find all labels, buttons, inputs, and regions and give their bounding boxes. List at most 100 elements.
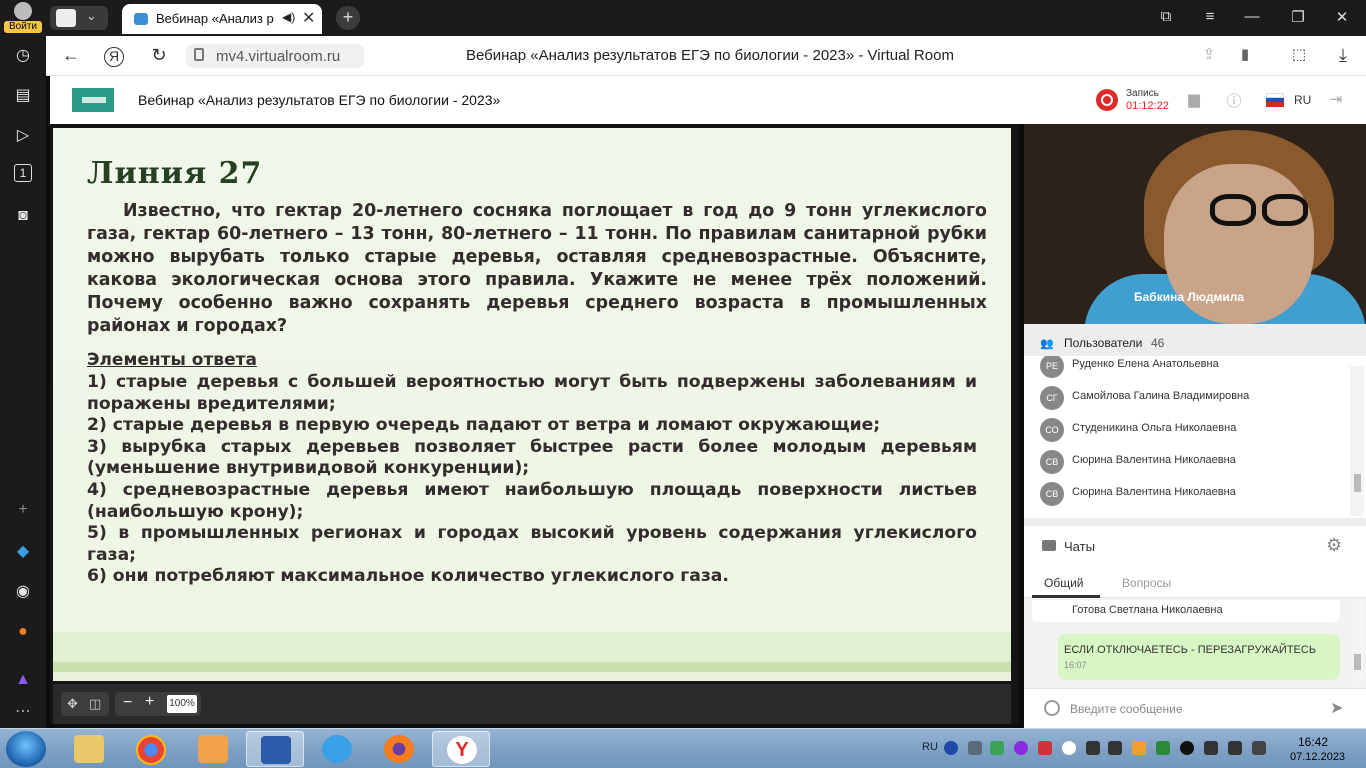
collections-icon[interactable]: ▤ xyxy=(11,84,35,108)
list-item[interactable]: СВ Сюрина Валентина Николаевна xyxy=(1024,478,1354,510)
chat-message: ЕСЛИ ОТКЛЮЧАЕТЕСЬ - ПЕРЕЗАГРУЖАЙТЕСЬ 16:… xyxy=(1058,634,1340,680)
back-icon[interactable]: ← xyxy=(60,45,82,66)
answer-list: 1) старые деревья с большей вероятностью… xyxy=(87,372,977,588)
tab-questions[interactable]: Вопросы xyxy=(1122,576,1171,590)
extensions-icon[interactable]: ⬚ xyxy=(1288,45,1310,63)
message-input[interactable] xyxy=(1070,698,1320,720)
mail-app-icon[interactable]: ● xyxy=(11,620,35,644)
history-icon[interactable]: ◷ xyxy=(11,44,35,68)
list-item[interactable]: СО Студеникина Ольга Николаевна xyxy=(1024,414,1354,446)
minimize-icon[interactable]: — xyxy=(1242,8,1262,25)
users-title: Пользователи xyxy=(1064,336,1143,350)
avatar: РЕ xyxy=(1040,356,1064,378)
network-icon[interactable] xyxy=(1252,741,1266,755)
tray-app-icon[interactable] xyxy=(1014,741,1028,755)
zoom-out-button[interactable]: − xyxy=(123,694,132,712)
clock-time[interactable]: 16:42 xyxy=(1298,735,1328,749)
windows-taskbar: Y RU 16:42 07.12.2023 xyxy=(0,728,1366,768)
list-item[interactable]: РЕ Руденко Елена Анатольевна xyxy=(1024,356,1354,382)
active-tab[interactable]: Вебинар «Анализ ре ◀) ✕ xyxy=(122,4,322,34)
tray-display-icon[interactable] xyxy=(1086,741,1100,755)
page-title: Вебинар «Анализ результатов ЕГЭ по биоло… xyxy=(466,47,954,64)
audio-playing-icon[interactable]: ◀) xyxy=(282,10,295,24)
record-label: Запись xyxy=(1126,88,1159,99)
tray-security-icon[interactable] xyxy=(990,741,1004,755)
tray-video-icon[interactable] xyxy=(1108,741,1122,755)
emoji-icon[interactable] xyxy=(1044,700,1060,716)
url-field[interactable]: mv4.virtualroom.ru xyxy=(186,44,364,68)
user-name: Студеникина Ольга Николаевна xyxy=(1072,422,1237,434)
yandex-icon[interactable]: Я xyxy=(104,47,124,67)
speaker-video[interactable]: Бабкина Людмила xyxy=(1024,124,1366,324)
firefox-icon xyxy=(384,735,414,763)
record-icon[interactable] xyxy=(1096,89,1118,111)
taskbar-word[interactable] xyxy=(246,731,304,767)
help-icon[interactable] xyxy=(944,741,958,755)
slide-toolbar: ✥ ◫ − + 100% xyxy=(53,684,1011,724)
taskbar-media[interactable] xyxy=(184,731,242,767)
avatar: СВ xyxy=(1040,450,1064,474)
tray-kaspersky-icon[interactable] xyxy=(1180,741,1194,755)
taskbar-yandex[interactable]: Y xyxy=(432,731,490,767)
taskbar-explorer[interactable] xyxy=(60,731,118,767)
bookmarks-panel-icon[interactable]: ⧉ xyxy=(1156,8,1176,25)
tray-arrow-icon[interactable] xyxy=(968,741,982,755)
taskbar-ie[interactable] xyxy=(308,731,366,767)
tab-count-icon[interactable]: 1 xyxy=(14,164,32,182)
more-icon[interactable]: ⋯ xyxy=(11,700,35,724)
flag-icon[interactable] xyxy=(1228,741,1242,755)
tray-language[interactable]: RU xyxy=(922,741,938,753)
close-tab-icon[interactable]: ✕ xyxy=(302,8,315,28)
zoom-in-button[interactable]: + xyxy=(145,693,154,711)
answer-item: 2) старые деревья в первую очередь падаю… xyxy=(87,415,881,436)
tray-update-icon[interactable] xyxy=(1132,741,1146,755)
internet-explorer-icon xyxy=(322,735,352,763)
tray-yandex-icon[interactable] xyxy=(1062,741,1076,755)
browser-menu-icon[interactable]: ≡ xyxy=(1200,8,1220,25)
close-window-icon[interactable]: ✕ xyxy=(1332,8,1352,26)
tab-common[interactable]: Общий xyxy=(1044,576,1084,590)
record-timer: 01:12:22 xyxy=(1126,100,1169,112)
taskbar-firefox[interactable] xyxy=(370,731,428,767)
add-panel-icon[interactable]: + xyxy=(11,498,35,522)
login-button[interactable]: Войти xyxy=(4,2,42,34)
bookmark-icon[interactable]: ▮ xyxy=(1234,45,1256,63)
chats-header: Чаты ⚙ xyxy=(1024,526,1366,566)
slide-heading: Линия 27 xyxy=(87,156,263,191)
folder-icon xyxy=(74,735,104,763)
share-icon[interactable]: ⇪ xyxy=(1198,45,1220,63)
gear-icon[interactable]: ⚙ xyxy=(1326,535,1342,556)
users-scrollbar[interactable] xyxy=(1350,366,1364,516)
info-icon[interactable]: ⓘ xyxy=(1224,90,1244,110)
assistant-icon[interactable]: ▲ xyxy=(11,668,35,692)
camera-icon[interactable]: ◙ xyxy=(11,204,35,228)
folder-icon[interactable]: ▆ xyxy=(1184,90,1204,110)
zoom-level[interactable]: 100% xyxy=(167,695,197,713)
reload-icon[interactable]: ↻ xyxy=(148,45,170,66)
exit-icon[interactable]: ⇥ xyxy=(1326,90,1346,110)
move-icon[interactable]: ✥ xyxy=(67,696,78,712)
restore-icon[interactable]: ❐ xyxy=(1288,8,1308,26)
chat-scrollbar[interactable] xyxy=(1350,600,1364,686)
list-item[interactable]: СВ Сюрина Валентина Николаевна xyxy=(1024,446,1354,478)
video-icon[interactable]: ▷ xyxy=(11,124,35,148)
tray-check-icon[interactable] xyxy=(1156,741,1170,755)
russia-flag-icon[interactable] xyxy=(1266,93,1284,107)
list-item[interactable]: СГ Самойлова Галина Владимировна xyxy=(1024,382,1354,414)
download-icon[interactable]: ⤓ xyxy=(1332,45,1354,66)
chat-app-icon[interactable]: ◆ xyxy=(11,540,35,564)
user-name: Сюрина Валентина Николаевна xyxy=(1072,486,1236,498)
send-icon[interactable]: ➤ xyxy=(1330,698,1343,718)
fit-width-icon[interactable]: ◫ xyxy=(89,696,101,712)
answer-item: 5) в промышленных регионах и городах выс… xyxy=(87,523,977,565)
new-tab-button[interactable]: + xyxy=(336,6,360,30)
taskbar-chrome[interactable] xyxy=(122,731,180,767)
tab-group-button[interactable]: ⌄ xyxy=(50,6,108,30)
users-header[interactable]: 👥 Пользователи 46 xyxy=(1024,330,1366,356)
alice-icon[interactable]: ◉ xyxy=(11,580,35,604)
language-selector[interactable]: RU xyxy=(1294,93,1311,107)
clock-date[interactable]: 07.12.2023 xyxy=(1290,751,1345,763)
start-button[interactable] xyxy=(6,731,46,767)
volume-icon[interactable] xyxy=(1204,741,1218,755)
tray-antivirus-icon[interactable] xyxy=(1038,741,1052,755)
